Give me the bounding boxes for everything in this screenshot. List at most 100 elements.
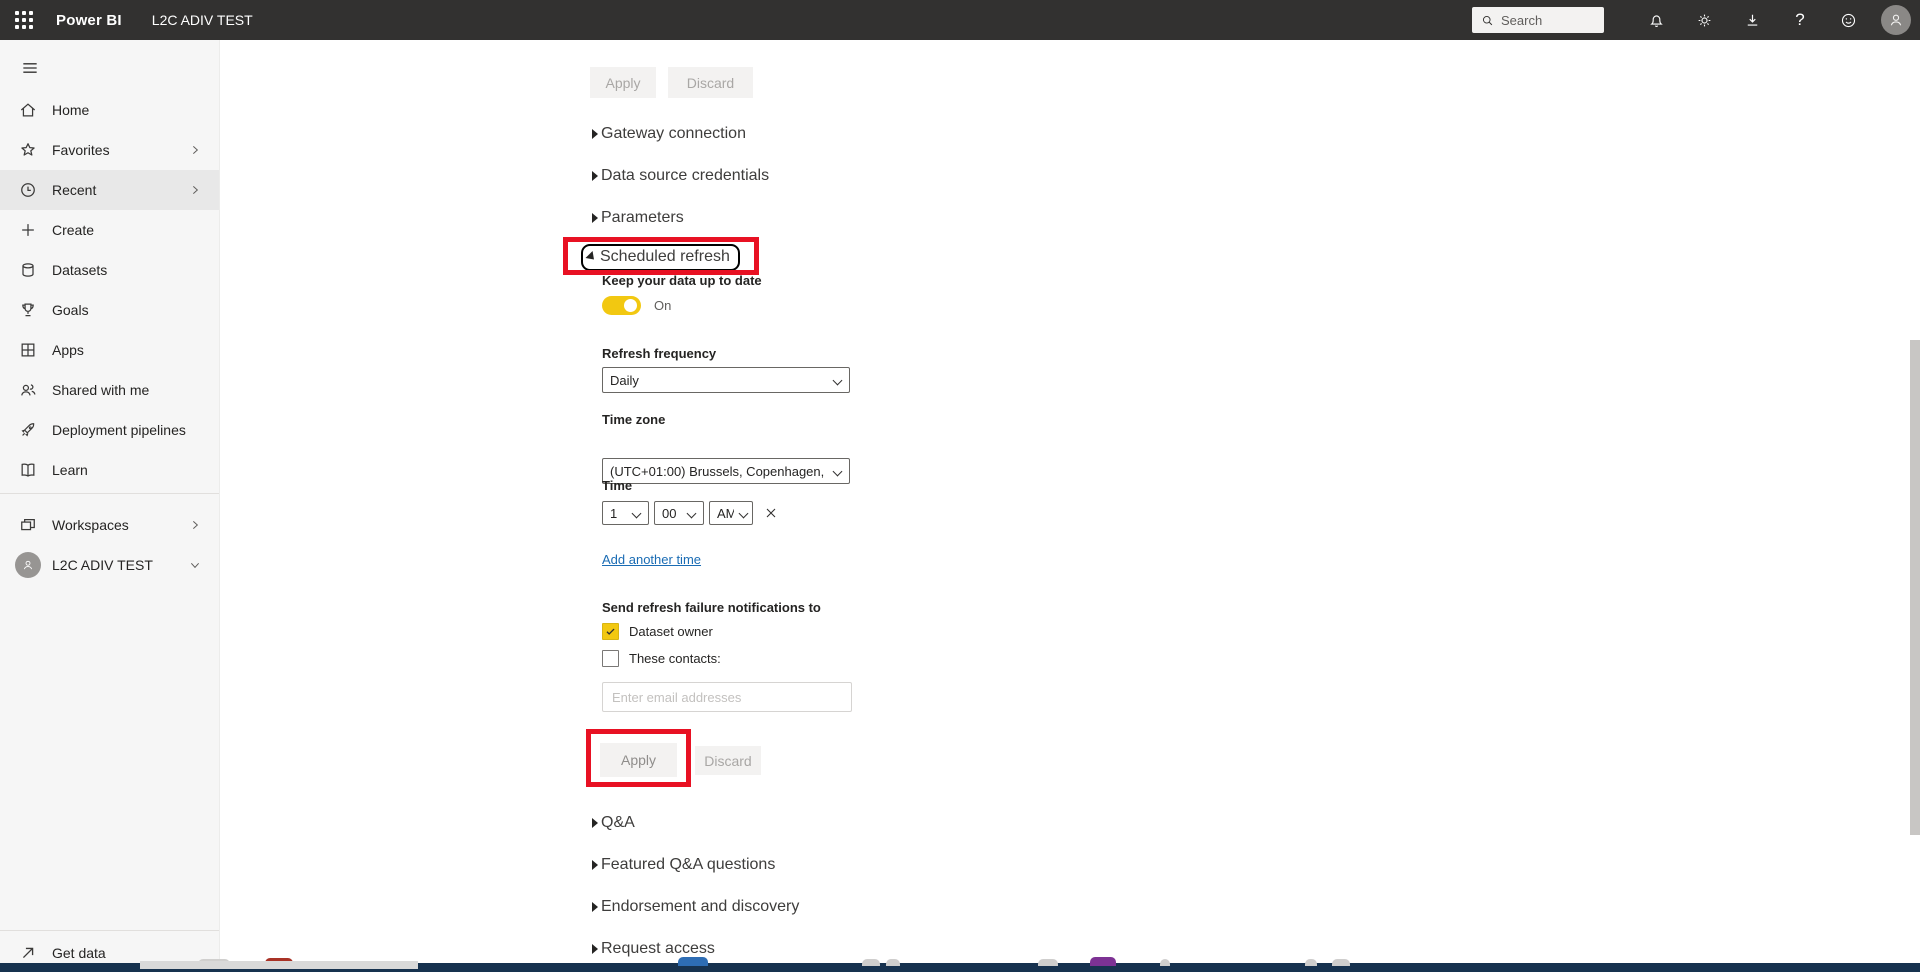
sidebar-item-favorites[interactable]: Favorites (0, 130, 219, 170)
section-label: Parameters (601, 209, 684, 227)
help-icon: ? (1795, 10, 1804, 30)
close-icon (763, 505, 779, 521)
apply-button-top[interactable]: Apply (590, 67, 656, 98)
discard-button-top[interactable]: Discard (668, 67, 753, 98)
sidebar-item-workspaces[interactable]: Workspaces (0, 505, 219, 545)
section-label: Gateway connection (601, 125, 746, 143)
chevron-down-icon (187, 557, 203, 573)
layers-icon (18, 515, 38, 535)
add-another-time-link[interactable]: Add another time (602, 552, 701, 567)
sidebar-item-deployment-pipelines[interactable]: Deployment pipelines (0, 410, 219, 450)
plus-icon (18, 220, 38, 240)
minute-select[interactable]: 00 (654, 501, 704, 525)
refresh-frequency-label: Refresh frequency (602, 346, 716, 361)
hamburger-icon (20, 58, 40, 78)
bottom-scroll-track (140, 961, 418, 969)
timezone-label: Time zone (602, 412, 665, 427)
account-button[interactable] (1872, 0, 1920, 40)
nav-items: HomeFavoritesRecent Create DatasetsGoalsAp… (0, 90, 219, 490)
vertical-scrollbar-thumb[interactable] (1910, 340, 1920, 835)
apply-button[interactable]: Apply (600, 743, 677, 777)
apps-icon (18, 340, 38, 360)
nav-collapse-button[interactable] (6, 48, 54, 88)
left-navigation: HomeFavoritesRecent Create DatasetsGoalsAp… (0, 40, 220, 972)
toggle-knob (624, 299, 637, 312)
top-button-row: Apply Discard (590, 67, 753, 98)
star-icon (18, 140, 38, 160)
feedback-button[interactable] (1824, 0, 1872, 40)
these-contacts-checkbox[interactable] (602, 650, 619, 667)
clock-icon (18, 180, 38, 200)
time-label: Time (602, 478, 632, 493)
sidebar-item-learn[interactable]: Learn (0, 450, 219, 490)
help-button[interactable]: ? (1776, 0, 1824, 40)
feedback-smiley-icon (1839, 11, 1858, 30)
search-input[interactable] (1501, 13, 1585, 28)
sidebar-item-datasets[interactable]: Datasets (0, 250, 219, 290)
dataset-owner-row: Dataset owner (602, 623, 713, 640)
section-gateway-connection[interactable]: Gateway connection (592, 125, 746, 143)
settings-button[interactable] (1680, 0, 1728, 40)
refresh-frequency-select[interactable]: Daily (602, 367, 850, 393)
timezone-select[interactable]: (UTC+01:00) Brussels, Copenhagen, M (602, 458, 850, 484)
ampm-select[interactable]: AM (709, 501, 753, 525)
sidebar-item-shared-with-me[interactable]: Shared with me (0, 370, 219, 410)
caret-right-icon (592, 171, 598, 181)
sidebar-item-label: Deployment pipelines (52, 422, 186, 438)
nav-divider (0, 493, 219, 494)
section-qa[interactable]: Q&A (592, 814, 635, 832)
refresh-enabled-toggle[interactable] (602, 296, 641, 315)
workspace-items: WorkspacesL2C ADIV TEST (0, 505, 219, 585)
select-value: 1 (610, 506, 617, 521)
sidebar-item-goals[interactable]: Goals (0, 290, 219, 330)
chevron-right-icon (187, 517, 203, 533)
waffle-icon (15, 11, 33, 29)
notifications-button[interactable] (1632, 0, 1680, 40)
sidebar-item-label: Create (52, 222, 94, 238)
hour-select[interactable]: 1 (602, 501, 649, 525)
power-bi-app: Power BI L2C ADIV TEST ? HomeFavoritesRe… (0, 0, 1920, 972)
these-contacts-row: These contacts: (602, 650, 721, 667)
sidebar-item-recent[interactable]: Recent (0, 170, 219, 210)
app-launcher-button[interactable] (0, 0, 48, 40)
section-scheduled-refresh[interactable]: Scheduled refresh (581, 244, 740, 271)
discard-button[interactable]: Discard (695, 746, 761, 775)
peek-icon-gray-6 (1305, 959, 1317, 966)
sidebar-item-l2c-adiv-test[interactable]: L2C ADIV TEST (0, 545, 219, 585)
peek-icon-gray-4 (1038, 959, 1058, 966)
sidebar-item-apps[interactable]: Apps (0, 330, 219, 370)
chevron-down-icon (739, 509, 749, 519)
chevron-down-icon (833, 467, 843, 477)
caret-expanded-icon (585, 251, 597, 263)
section-request-access[interactable]: Request access (592, 940, 715, 958)
nav-footer-divider (0, 930, 219, 931)
notifications-label: Send refresh failure notifications to (602, 600, 821, 615)
section-data-source-credentials[interactable]: Data source credentials (592, 167, 769, 185)
peek-icon-gray-3 (886, 959, 900, 966)
top-header: Power BI L2C ADIV TEST ? (0, 0, 1920, 40)
chevron-down-icon (687, 509, 697, 519)
section-endorsement[interactable]: Endorsement and discovery (592, 898, 799, 916)
remove-time-button[interactable] (760, 502, 782, 524)
search-box[interactable] (1472, 7, 1604, 33)
section-label: Endorsement and discovery (601, 898, 799, 916)
bell-icon (1647, 11, 1666, 30)
peek-icon-gray-2 (862, 959, 880, 966)
caret-right-icon (592, 860, 598, 870)
download-button[interactable] (1728, 0, 1776, 40)
trophy-icon (18, 300, 38, 320)
caret-right-icon (592, 818, 598, 828)
peek-icon-purple (1090, 957, 1116, 966)
account-avatar (1881, 5, 1911, 35)
toggle-state-label: On (654, 298, 671, 313)
section-featured-qa[interactable]: Featured Q&A questions (592, 856, 775, 874)
sidebar-item-home[interactable]: Home (0, 90, 219, 130)
caret-right-icon (592, 213, 598, 223)
section-label: Data source credentials (601, 167, 769, 185)
chevron-right-icon (187, 182, 203, 198)
sidebar-item-create[interactable]: Create (0, 210, 219, 250)
email-addresses-input[interactable] (602, 682, 852, 712)
dataset-owner-checkbox[interactable] (602, 623, 619, 640)
book-icon (18, 460, 38, 480)
section-parameters[interactable]: Parameters (592, 209, 684, 227)
